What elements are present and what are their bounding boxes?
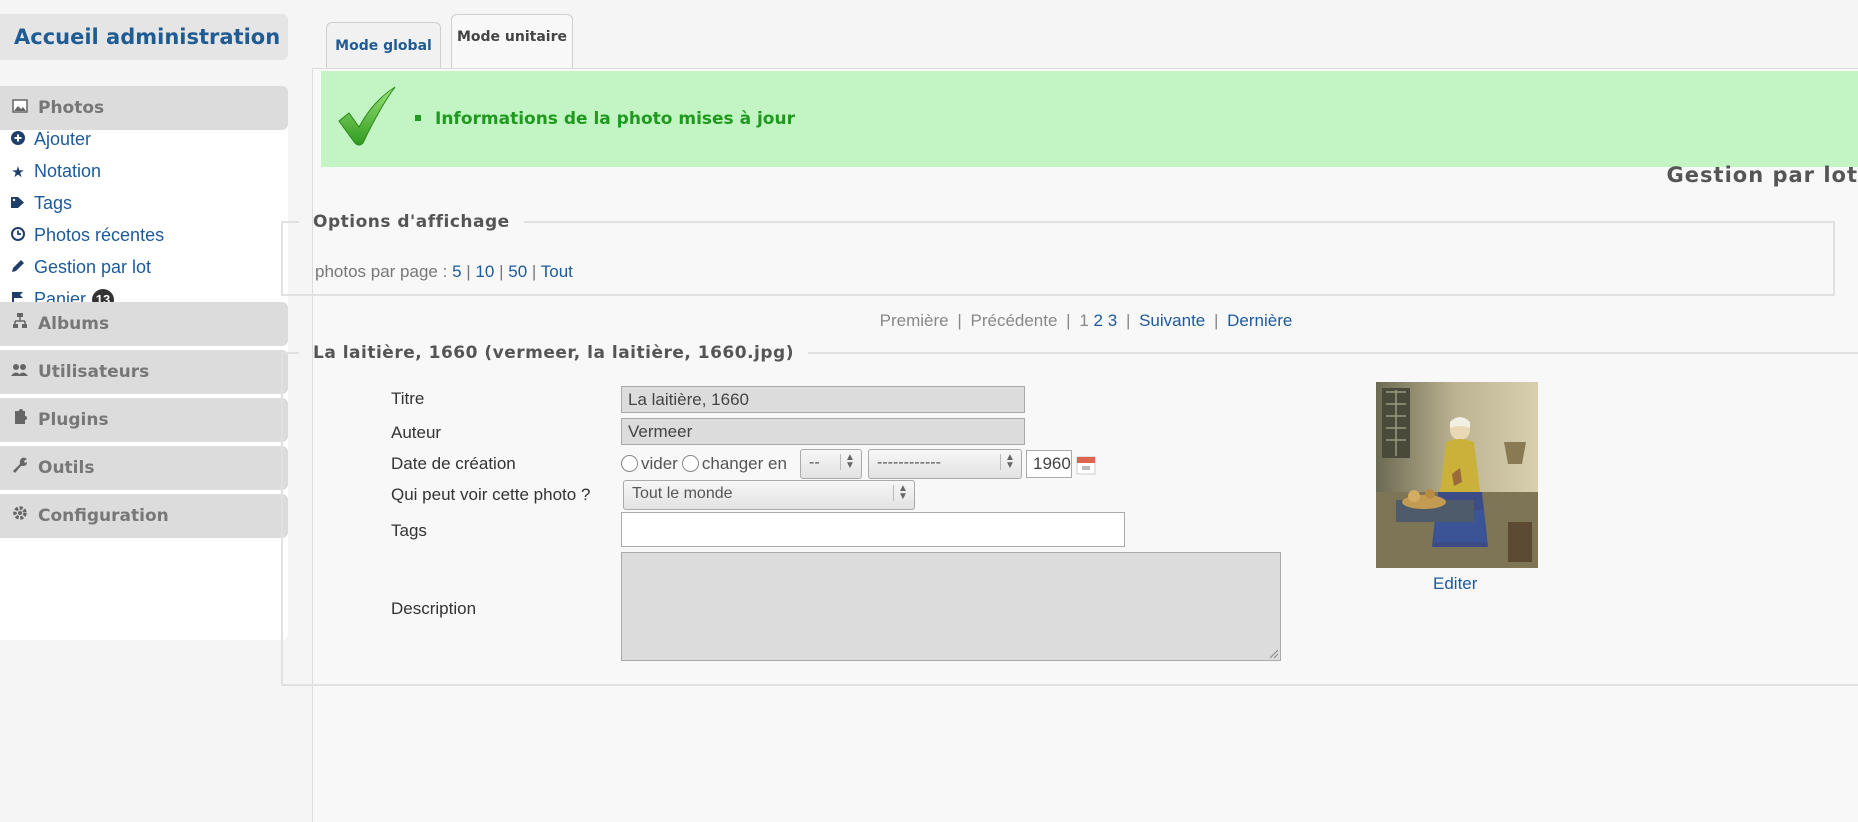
month-select-value: ------------ — [877, 454, 941, 471]
radio-clear-label: vider — [641, 454, 678, 473]
separator: | — [957, 311, 962, 330]
title-label: Titre — [391, 389, 425, 408]
privacy-select-value: Tout le monde — [632, 485, 733, 502]
menu-section-configuration[interactable]: Configuration — [0, 494, 288, 538]
menu-section-plugins-label: Plugins — [38, 410, 109, 430]
page-title: Gestion par lot — [1666, 163, 1858, 187]
sidebar-item-tags[interactable]: Tags — [8, 188, 72, 218]
menu-section-users-label: Utilisateurs — [38, 362, 150, 382]
menu-section-albums-label: Albums — [38, 314, 110, 334]
resize-handle-icon[interactable] — [1269, 649, 1279, 659]
radio-clear-date[interactable] — [621, 455, 638, 472]
display-options-legend: Options d'affichage — [313, 212, 510, 232]
admin-home-link[interactable]: Accueil administration — [0, 14, 288, 60]
success-message: Informations de la photo mises à jour — [415, 71, 795, 167]
privacy-select[interactable]: Tout le monde ▲ ▼ — [623, 480, 915, 510]
select-arrows-icon: ▲ ▼ — [893, 484, 910, 502]
creation-date-label: Date de création — [391, 454, 516, 473]
per-page-50-link[interactable]: 50 — [508, 262, 527, 281]
privacy-label: Qui peut voir cette photo ? — [391, 485, 591, 504]
menu-section-tools[interactable]: Outils — [0, 446, 288, 490]
tags-input[interactable] — [621, 512, 1125, 547]
sidebar-item-label: Gestion par lot — [34, 257, 152, 277]
calendar-icon[interactable] — [1076, 455, 1096, 475]
display-options-fieldset: Options d'affichage photos par page : 5 … — [281, 212, 1835, 296]
per-page-all-link[interactable]: Tout — [541, 262, 573, 281]
photo-legend: La laitière, 1660 (vermeer, la laitière,… — [313, 343, 794, 363]
separator: | — [466, 262, 471, 281]
radio-change-date[interactable] — [681, 455, 699, 472]
checkmark-icon — [338, 86, 396, 146]
separator: | — [1214, 311, 1219, 330]
gear-icon — [8, 494, 32, 538]
date-radio-group: vider changer en — [621, 454, 787, 474]
star-icon: ★ — [11, 164, 25, 181]
tab-global-mode[interactable]: Mode global — [326, 22, 441, 70]
separator: | — [1125, 311, 1131, 330]
pagination: Première | Précédente | 1 2 3 | Suivante… — [313, 311, 1858, 331]
menu-section-photos-label: Photos — [38, 98, 105, 118]
menu-section-configuration-label: Configuration — [38, 506, 169, 526]
clock-icon — [8, 222, 28, 252]
plus-circle-icon — [8, 126, 28, 156]
puzzle-icon — [8, 398, 32, 442]
sidebar-item-recent-photos[interactable]: Photos récentes — [8, 220, 164, 250]
admin-menu: Photos Ajouter ★ Notation Tags Photos réc… — [0, 86, 288, 640]
pagination-page-1: 1 — [1079, 311, 1089, 330]
menu-section-albums[interactable]: Albums — [0, 302, 288, 346]
edit-photo-link[interactable]: Editer — [1433, 574, 1477, 594]
separator: | — [531, 262, 537, 281]
main-content: Mode global Mode unitaire Informations d… — [281, 0, 1858, 822]
menu-section-plugins[interactable]: Plugins — [0, 398, 288, 442]
author-label: Auteur — [391, 423, 442, 442]
sidebar-item-label: Photos récentes — [34, 225, 165, 245]
per-page-10-link[interactable]: 10 — [475, 262, 494, 281]
year-field[interactable]: 1960 — [1026, 450, 1072, 478]
per-page-5-link[interactable]: 5 — [452, 262, 461, 281]
day-select[interactable]: -- ▲ ▼ — [800, 449, 862, 479]
sidebar-item-rating[interactable]: ★ Notation — [8, 156, 101, 186]
title-field[interactable]: La laitière, 1660 — [621, 386, 1025, 413]
success-message-box: Informations de la photo mises à jour — [321, 71, 1858, 167]
menu-section-tools-label: Outils — [38, 458, 95, 478]
pagination-previous: Précédente — [970, 311, 1058, 330]
sidebar-item-label: Ajouter — [34, 129, 92, 149]
description-label: Description — [391, 599, 477, 618]
select-arrows-icon: ▲ ▼ — [1000, 453, 1017, 471]
sidebar-item-add[interactable]: Ajouter — [8, 124, 91, 154]
tags-label: Tags — [391, 521, 427, 540]
success-message-text: Informations de la photo mises à jour — [435, 109, 795, 129]
description-textarea[interactable] — [621, 552, 1281, 661]
tag-icon — [8, 190, 28, 220]
per-page-selector: photos par page : 5 | 10 | 50 | Tout — [315, 262, 573, 282]
sitemap-icon — [8, 302, 32, 346]
pagination-page-2[interactable]: 2 — [1094, 311, 1103, 330]
pencil-icon — [8, 254, 28, 284]
photo-thumbnail[interactable] — [1376, 382, 1538, 568]
bullet-icon — [415, 115, 421, 121]
pagination-next[interactable]: Suivante — [1139, 311, 1205, 330]
menu-section-users[interactable]: Utilisateurs — [0, 350, 288, 394]
sidebar-item-label: Tags — [34, 193, 73, 213]
tab-panel: Informations de la photo mises à jour Ge… — [281, 68, 1858, 822]
pagination-last[interactable]: Dernière — [1227, 311, 1292, 330]
pagination-page-3[interactable]: 3 — [1108, 311, 1117, 330]
sidebar-item-batch-manager[interactable]: Gestion par lot — [8, 252, 151, 282]
month-select[interactable]: ------------ ▲ ▼ — [868, 449, 1022, 479]
day-select-value: -- — [809, 454, 820, 471]
admin-sidebar: Accueil administration Photos Ajouter ★ N… — [0, 0, 288, 822]
tab-unit-mode[interactable]: Mode unitaire — [451, 14, 573, 70]
wrench-icon — [8, 446, 32, 490]
separator: | — [499, 262, 504, 281]
users-icon — [8, 350, 32, 394]
radio-change-label: changer en — [701, 454, 787, 473]
per-page-label: photos par page : — [315, 262, 448, 281]
select-arrows-icon: ▲ ▼ — [840, 453, 857, 471]
separator: | — [1066, 311, 1071, 330]
author-field[interactable]: Vermeer — [621, 418, 1025, 445]
pagination-first: Première — [879, 311, 949, 330]
sidebar-item-label: Notation — [34, 161, 102, 181]
